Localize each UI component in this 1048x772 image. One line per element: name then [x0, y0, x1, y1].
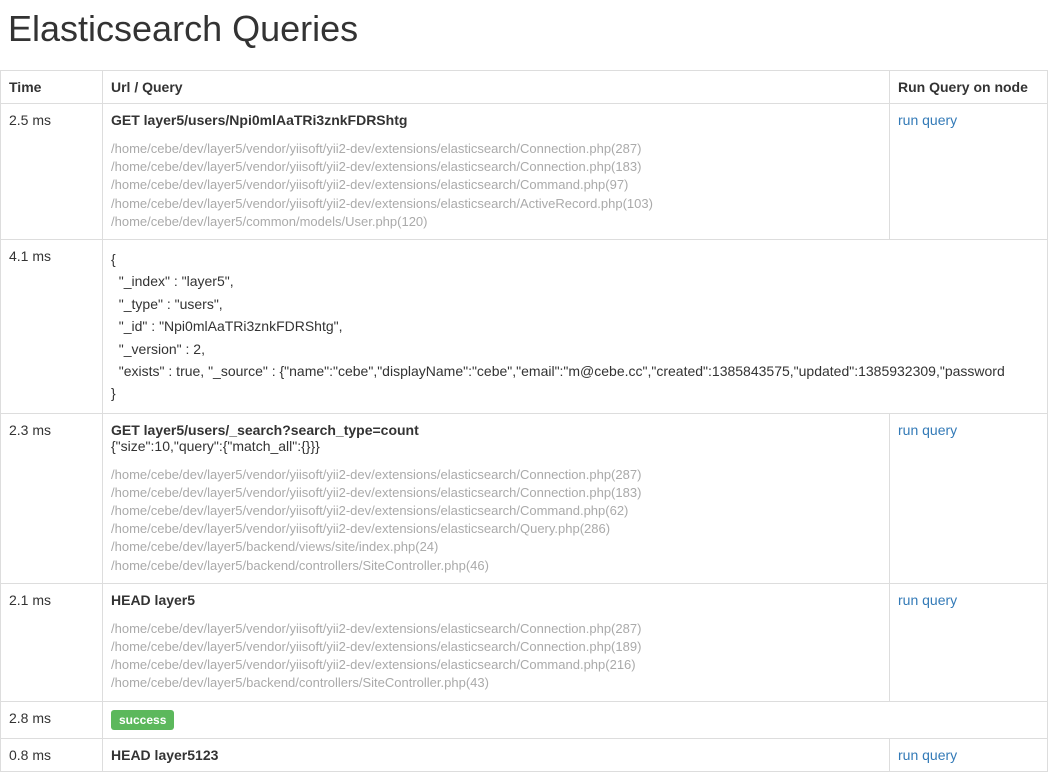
trace-line: /home/cebe/dev/layer5/vendor/yiisoft/yii…: [111, 140, 881, 158]
queries-table: Time Url / Query Run Query on node 2.5 m…: [0, 70, 1048, 772]
trace-line: /home/cebe/dev/layer5/backend/controller…: [111, 557, 881, 575]
stack-trace: /home/cebe/dev/layer5/vendor/yiisoft/yii…: [111, 466, 881, 575]
query-title: HEAD layer5: [111, 592, 881, 608]
th-run-node: Run Query on node: [890, 71, 1048, 104]
run-query-link[interactable]: run query: [898, 592, 957, 608]
status-badge: success: [111, 710, 174, 730]
time-cell: 0.8 ms: [1, 738, 103, 771]
trace-line: /home/cebe/dev/layer5/vendor/yiisoft/yii…: [111, 466, 881, 484]
query-cell: HEAD layer5123: [103, 738, 890, 771]
trace-line: /home/cebe/dev/layer5/vendor/yiisoft/yii…: [111, 520, 881, 538]
table-row: 4.1 ms{ "_index" : "layer5", "_type" : "…: [1, 239, 1048, 413]
status-cell: success: [103, 701, 1048, 738]
th-time: Time: [1, 71, 103, 104]
time-cell: 2.8 ms: [1, 701, 103, 738]
time-cell: 2.5 ms: [1, 104, 103, 240]
json-response-cell: { "_index" : "layer5", "_type" : "users"…: [103, 239, 1048, 413]
query-title: HEAD layer5123: [111, 747, 881, 763]
stack-trace: /home/cebe/dev/layer5/vendor/yiisoft/yii…: [111, 620, 881, 693]
query-cell: GET layer5/users/_search?search_type=cou…: [103, 413, 890, 583]
query-title: GET layer5/users/Npi0mlAaTRi3znkFDRShtg: [111, 112, 881, 128]
trace-line: /home/cebe/dev/layer5/vendor/yiisoft/yii…: [111, 176, 881, 194]
query-body: {"size":10,"query":{"match_all":{}}}: [111, 438, 881, 454]
run-cell: run query: [890, 413, 1048, 583]
table-row: 2.8 ms success: [1, 701, 1048, 738]
trace-line: /home/cebe/dev/layer5/vendor/yiisoft/yii…: [111, 484, 881, 502]
time-cell: 2.3 ms: [1, 413, 103, 583]
th-url-query: Url / Query: [103, 71, 890, 104]
query-cell: HEAD layer5/home/cebe/dev/layer5/vendor/…: [103, 583, 890, 701]
table-row: 0.8 ms HEAD layer5123 run query: [1, 738, 1048, 771]
trace-line: /home/cebe/dev/layer5/vendor/yiisoft/yii…: [111, 620, 881, 638]
trace-line: /home/cebe/dev/layer5/backend/views/site…: [111, 538, 881, 556]
run-cell: run query: [890, 104, 1048, 240]
trace-line: /home/cebe/dev/layer5/vendor/yiisoft/yii…: [111, 158, 881, 176]
query-cell: GET layer5/users/Npi0mlAaTRi3znkFDRShtg /…: [103, 104, 890, 240]
run-query-link[interactable]: run query: [898, 422, 957, 438]
trace-line: /home/cebe/dev/layer5/backend/controller…: [111, 674, 881, 692]
run-cell: run query: [890, 738, 1048, 771]
time-cell: 2.1 ms: [1, 583, 103, 701]
trace-line: /home/cebe/dev/layer5/vendor/yiisoft/yii…: [111, 195, 881, 213]
page-title: Elasticsearch Queries: [8, 8, 1048, 50]
query-title: GET layer5/users/_search?search_type=cou…: [111, 422, 881, 438]
run-query-link[interactable]: run query: [898, 747, 957, 763]
time-cell: 4.1 ms: [1, 239, 103, 413]
trace-line: /home/cebe/dev/layer5/vendor/yiisoft/yii…: [111, 638, 881, 656]
stack-trace: /home/cebe/dev/layer5/vendor/yiisoft/yii…: [111, 140, 881, 231]
run-query-link[interactable]: run query: [898, 112, 957, 128]
table-row: 2.1 msHEAD layer5/home/cebe/dev/layer5/v…: [1, 583, 1048, 701]
table-row: 2.5 msGET layer5/users/Npi0mlAaTRi3znkFD…: [1, 104, 1048, 240]
trace-line: /home/cebe/dev/layer5/vendor/yiisoft/yii…: [111, 502, 881, 520]
trace-line: /home/cebe/dev/layer5/vendor/yiisoft/yii…: [111, 656, 881, 674]
run-cell: run query: [890, 583, 1048, 701]
table-row: 2.3 ms GET layer5/users/_search?search_ty…: [1, 413, 1048, 583]
trace-line: /home/cebe/dev/layer5/common/models/User…: [111, 213, 881, 231]
